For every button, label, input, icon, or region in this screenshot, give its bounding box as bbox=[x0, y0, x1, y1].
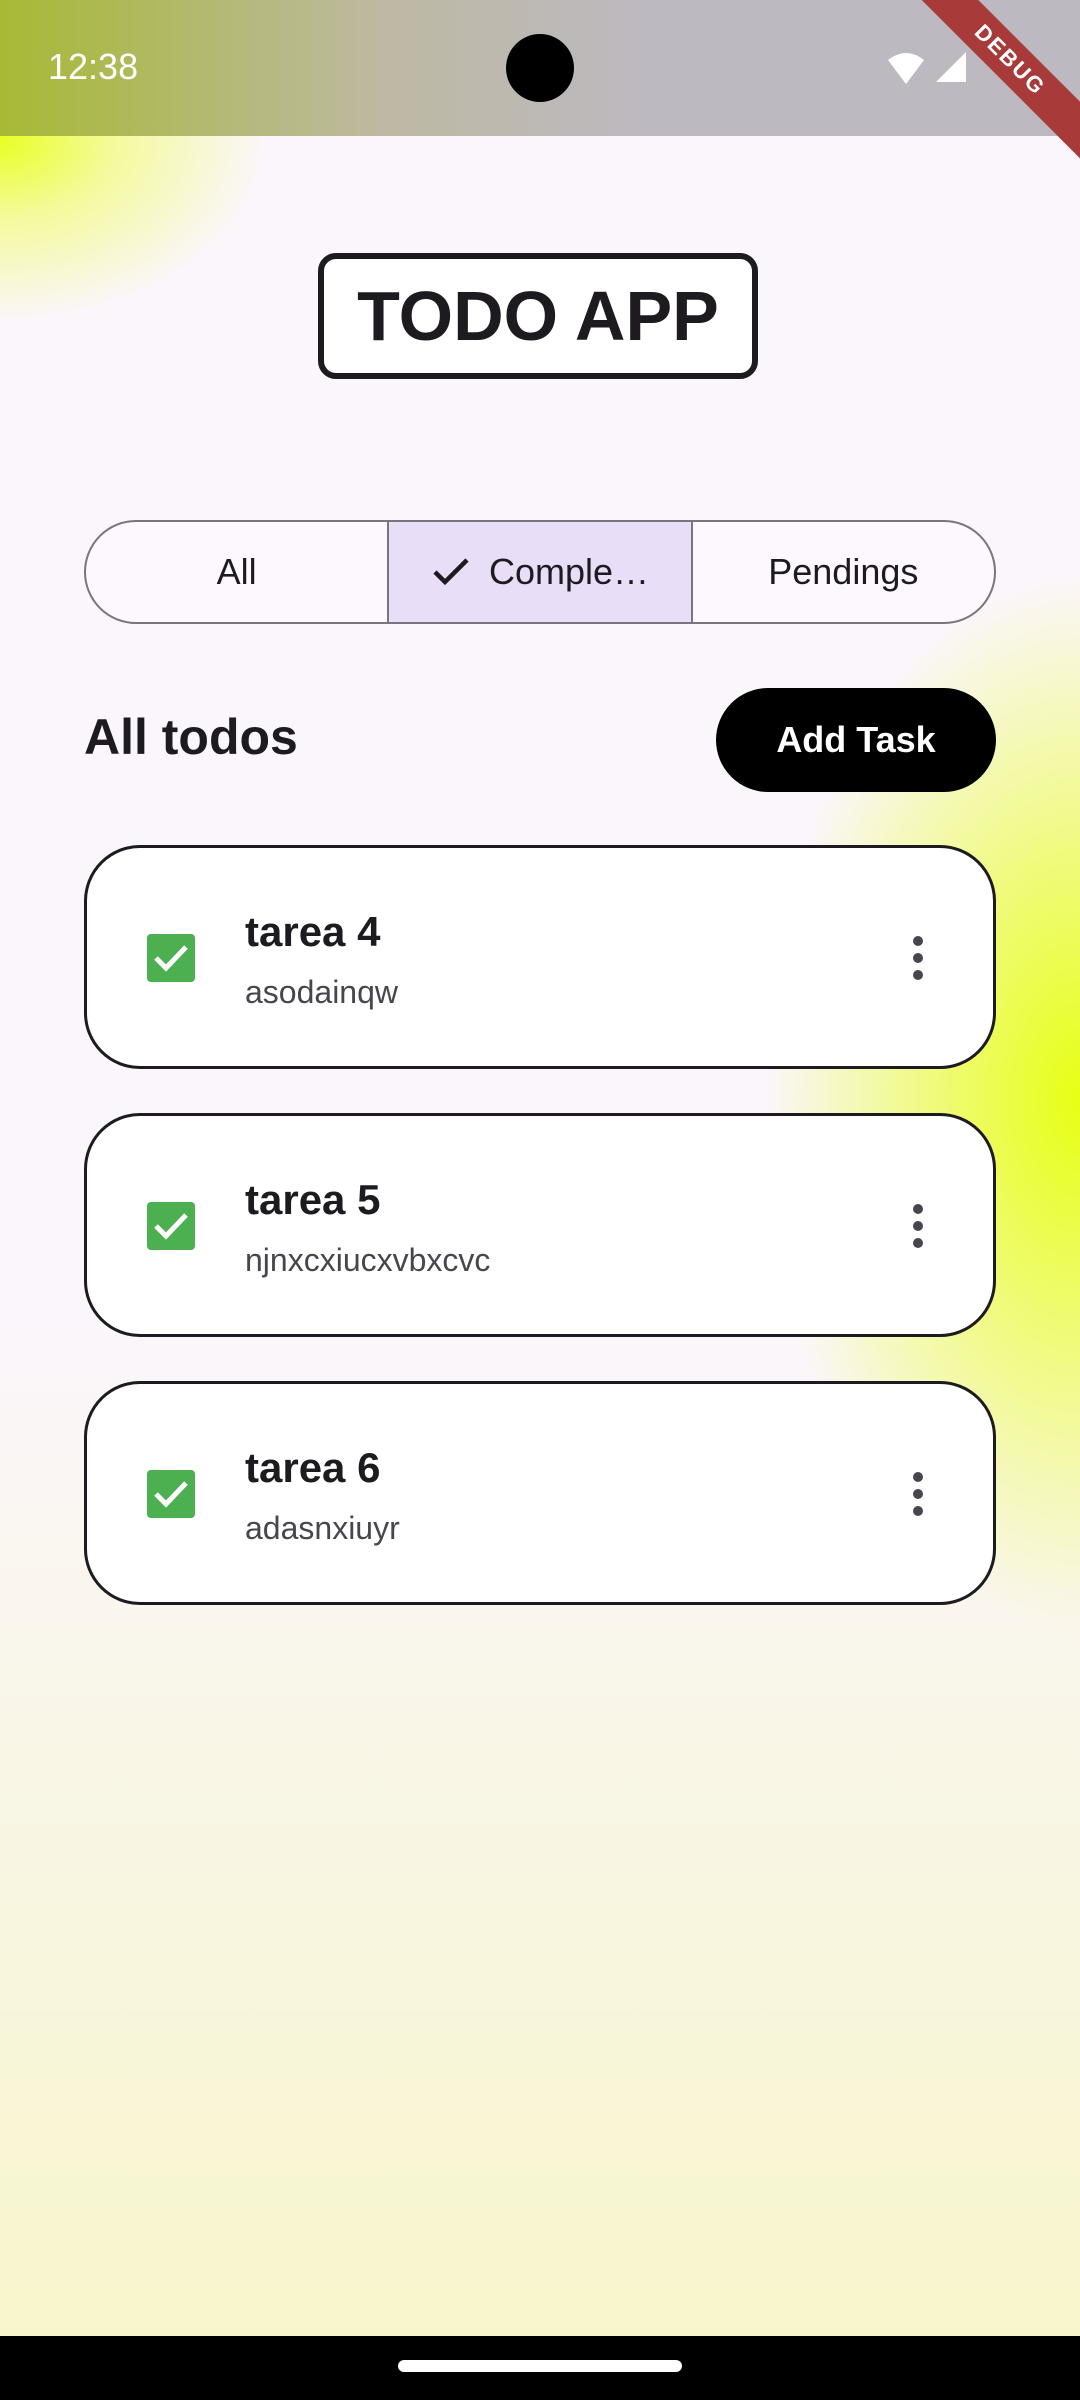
checkbox-checked-icon[interactable] bbox=[147, 1202, 195, 1250]
check-icon bbox=[154, 1481, 188, 1508]
signal-icon bbox=[936, 52, 966, 82]
todo-title: tarea 5 bbox=[245, 1176, 381, 1223]
todo-description: asodainqw bbox=[245, 974, 398, 1010]
check-icon bbox=[154, 945, 188, 972]
more-vert-icon[interactable] bbox=[913, 936, 925, 980]
filter-segmented-control: All Comple… Pendings bbox=[84, 520, 996, 624]
camera-cutout bbox=[506, 34, 574, 102]
check-icon bbox=[154, 1213, 188, 1240]
system-icons bbox=[886, 50, 968, 86]
todo-card[interactable]: tarea 5 njnxcxiucxvbxcvc bbox=[84, 1113, 996, 1337]
filter-pendings-label: Pendings bbox=[768, 551, 919, 592]
filter-completed-label: Comple… bbox=[488, 551, 650, 592]
more-vert-icon[interactable] bbox=[913, 1472, 925, 1516]
status-time: 12:38 bbox=[48, 46, 139, 87]
checkbox-checked-icon[interactable] bbox=[147, 1470, 195, 1518]
todo-card[interactable]: tarea 6 adasnxiuyr bbox=[84, 1381, 996, 1605]
navigation-bar bbox=[0, 2336, 1080, 2400]
todo-description: adasnxiuyr bbox=[245, 1510, 400, 1546]
add-task-button[interactable]: Add Task bbox=[716, 688, 996, 792]
more-vert-icon[interactable] bbox=[913, 1204, 925, 1248]
app-title: TODO APP bbox=[318, 253, 758, 379]
wifi-icon bbox=[888, 53, 924, 84]
status-bar: 12:38 DEBUG bbox=[0, 0, 1080, 167]
filter-completed[interactable]: Comple… bbox=[387, 522, 691, 622]
filter-all[interactable]: All bbox=[86, 522, 387, 622]
todo-title: tarea 4 bbox=[245, 908, 381, 955]
home-indicator[interactable] bbox=[398, 2360, 682, 2372]
checkbox-checked-icon[interactable] bbox=[147, 934, 195, 982]
filter-pendings[interactable]: Pendings bbox=[690, 522, 994, 622]
filter-all-label: All bbox=[216, 551, 257, 592]
todo-description: njnxcxiucxvbxcvc bbox=[245, 1242, 491, 1278]
section-title: All todos bbox=[84, 709, 298, 765]
todo-card[interactable]: tarea 4 asodainqw bbox=[84, 845, 996, 1069]
check-icon bbox=[433, 558, 469, 586]
todo-title: tarea 6 bbox=[245, 1444, 381, 1491]
